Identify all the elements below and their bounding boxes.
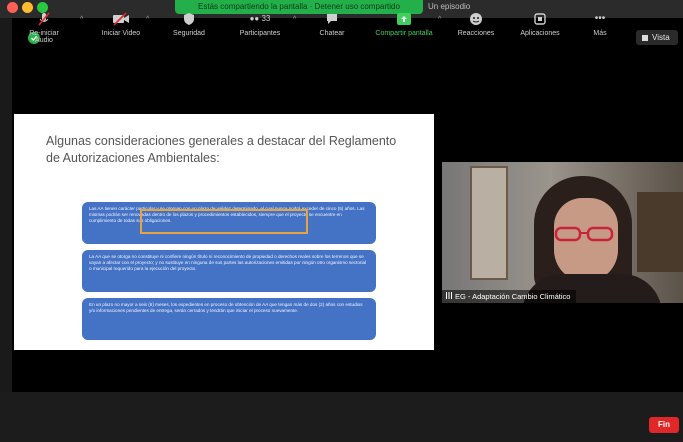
shared-slide: Algunas consideraciones generales a dest…: [14, 114, 434, 350]
iniciar-video-label: Iniciar Video: [101, 30, 141, 37]
video-door: [470, 166, 508, 280]
participants-icon: ●● 33: [249, 14, 271, 23]
audio-options-chevron-icon[interactable]: ^: [80, 16, 83, 23]
security-shield-icon: [184, 13, 194, 25]
slide-box-2: La AA que se otorga no constituye ni con…: [82, 250, 376, 292]
video-person-glasses: [554, 226, 614, 242]
reacciones-label: Reacciones: [457, 30, 495, 37]
signal-bars-icon: [446, 292, 452, 299]
chat-icon: [327, 14, 337, 24]
participantes-button[interactable]: ●● 33 Participantes: [230, 12, 290, 37]
participants-count: 33: [261, 14, 271, 23]
reactions-smiley-icon: [470, 13, 482, 25]
aplicaciones-label: Aplicaciones: [520, 30, 560, 37]
video-options-chevron-icon[interactable]: ^: [146, 16, 149, 23]
compartir-pantalla-button[interactable]: Compartir pantalla: [368, 12, 440, 37]
share-screen-icon: [397, 13, 411, 25]
participant-name-label: EG - Adaptación Cambio Climático: [442, 290, 577, 303]
participantes-label: Participantes: [239, 30, 281, 37]
slide-title: Algunas consideraciones generales a dest…: [46, 134, 397, 165]
reacciones-button[interactable]: Reacciones: [452, 12, 500, 37]
end-meeting-button[interactable]: Fin: [649, 417, 679, 433]
apps-icon: [534, 13, 546, 25]
compartir-pantalla-label: Compartir pantalla: [375, 30, 433, 37]
seguridad-label: Seguridad: [173, 30, 205, 37]
share-options-chevron-icon[interactable]: ^: [438, 16, 441, 23]
view-button[interactable]: Vista: [636, 30, 678, 45]
video-shelf: [637, 192, 683, 272]
chatear-label: Chatear: [319, 30, 345, 37]
participant-name-text: EG - Adaptación Cambio Climático: [455, 292, 571, 301]
share-banner-extra: Un episodio: [428, 2, 471, 11]
view-button-label: Vista: [652, 33, 670, 42]
close-window-button[interactable]: [7, 2, 18, 13]
participant-video[interactable]: EG - Adaptación Cambio Climático: [442, 162, 683, 303]
seguridad-button[interactable]: Seguridad: [164, 12, 214, 37]
annotation-highlight-box: [140, 209, 308, 234]
meeting-toolbar: [0, 392, 683, 442]
more-dots-icon: •••: [594, 13, 606, 24]
mas-button[interactable]: ••• Más: [586, 12, 614, 37]
slide-box-3: En un plazo no mayor a seis (6) meses, l…: [82, 298, 376, 340]
reiniciar-audio-label: Re-iniciar Audio: [29, 30, 59, 44]
iniciar-video-button[interactable]: Iniciar Video: [98, 12, 144, 37]
aplicaciones-button[interactable]: Aplicaciones: [512, 12, 568, 37]
mas-label: Más: [593, 30, 607, 37]
reiniciar-audio-button[interactable]: Re-iniciar Audio: [20, 12, 68, 44]
video-off-icon: [113, 12, 129, 26]
grid-view-icon: [642, 34, 648, 41]
muted-microphone-icon: [38, 12, 50, 26]
chatear-button[interactable]: Chatear: [312, 12, 352, 37]
participants-chevron-icon[interactable]: ^: [293, 16, 296, 23]
